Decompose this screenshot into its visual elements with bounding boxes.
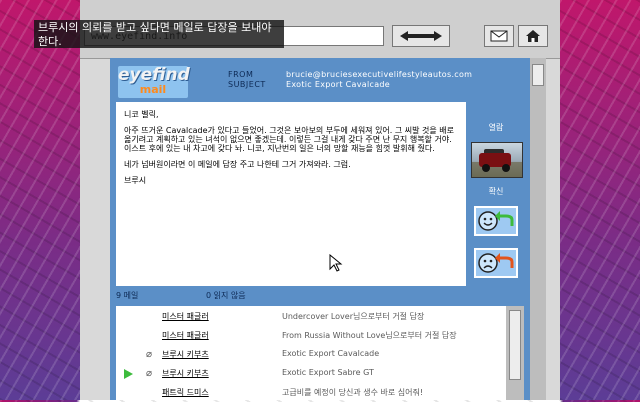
inbox-row-selected[interactable]: ⌀ 브루시 키부츠 Exotic Export Sabre GT (116, 363, 496, 383)
back-forward-arrows-icon (400, 31, 442, 41)
from-label: FROM (228, 70, 254, 79)
greeting: 니코 벨릭, (124, 110, 159, 119)
browser-window: www.eyefind.info eyefind mail (80, 0, 560, 400)
inbox-row[interactable]: 패트릭 드미스 고급비를 예정이 당신과 생수 바로 심어줘! (116, 382, 496, 402)
inbox-scrollbar[interactable] (506, 306, 524, 400)
confirm-label: 확신 (488, 187, 504, 196)
unread-count: 0 읽지 않음 (206, 291, 246, 300)
home-button[interactable] (518, 25, 548, 47)
message-body: 니코 벨릭, 아주 뜨거운 Cavalcade가 있다고 들었어. 그것은 보아… (116, 102, 466, 286)
message-paragraph: 아주 뜨거운 Cavalcade가 있다고 들었어. 그것은 보아보의 부두에 … (124, 126, 455, 153)
mail-button[interactable] (484, 25, 514, 47)
selected-arrow-icon (124, 369, 133, 379)
inbox-row[interactable]: ⌀ 브루시 키부츠 Exotic Export Cavalcade (116, 344, 496, 364)
inbox-list: 미스터 패글러 Undercover Lover님으로부터 거절 답장 미스터 … (116, 306, 524, 400)
message-paragraph: 네가 넘버원이라면 이 메일에 답장 주고 나한테 그거 가져와라. 그럼. (124, 160, 351, 169)
inbox-subject: From Russia Without Love님으로부터 거절 답장 (282, 331, 457, 340)
inbox-row[interactable]: 미스터 패글러 From Russia Without Love님으로부터 거절… (116, 325, 496, 345)
header-labels: FROM SUBJECT (228, 70, 266, 90)
sad-face-reply-icon (478, 253, 514, 273)
attachment-clip-icon: ⌀ (146, 349, 153, 360)
positive-reply-button[interactable] (474, 206, 518, 236)
inbox-sender[interactable]: 패트릭 드미스 (162, 387, 209, 398)
eyefind-mail-logo: eyefind mail (118, 65, 190, 98)
from-address: brucie@bruciesexecutivelifestyleautos.co… (286, 70, 473, 79)
email-page: eyefind mail FROM SUBJECT brucie@brucies… (110, 58, 530, 400)
car-attachment-image[interactable] (471, 142, 523, 178)
page-scroll-thumb[interactable] (532, 64, 544, 86)
inbox-sender[interactable]: 브루시 키부츠 (162, 368, 209, 379)
inbox-row[interactable]: 미스터 패글러 Undercover Lover님으로부터 거절 답장 (116, 306, 496, 326)
attachment-label: 열람 (488, 123, 504, 132)
inbox-sender[interactable]: 미스터 패글러 (162, 311, 209, 322)
header-values: brucie@bruciesexecutivelifestyleautos.co… (286, 70, 472, 90)
inbox-subject: Undercover Lover님으로부터 거절 답장 (282, 312, 425, 321)
attachment-clip-icon: ⌀ (146, 368, 153, 379)
page-scrollbar[interactable] (530, 58, 546, 400)
mouse-cursor-icon (329, 254, 343, 272)
inbox-sender[interactable]: 브루시 키부츠 (162, 349, 209, 360)
inbox-subject: Exotic Export Sabre GT (282, 368, 374, 377)
background-left (0, 0, 80, 400)
envelope-icon (490, 30, 508, 42)
mail-count: 9 메일 (116, 291, 139, 300)
mission-hint: 브루시의 의뢰를 받고 싶다면 메일로 답장을 보내야 한다. (34, 20, 284, 48)
home-icon (526, 30, 540, 42)
logo-sub: mail (139, 83, 167, 96)
background-right (560, 0, 640, 400)
back-forward-button[interactable] (392, 25, 450, 47)
logo-word: eyefind (118, 65, 190, 85)
side-panel: 열람 확신 (468, 102, 524, 286)
email-header: eyefind mail FROM SUBJECT brucie@brucies… (110, 58, 530, 98)
inbox-subject: 고급비를 예정이 당신과 생수 바로 심어줘! (282, 388, 424, 397)
inbox-subject: Exotic Export Cavalcade (282, 349, 380, 358)
subject-label: SUBJECT (228, 80, 266, 89)
subject-value: Exotic Export Cavalcade (286, 80, 391, 89)
negative-reply-button[interactable] (474, 248, 518, 278)
inbox-sender[interactable]: 미스터 패글러 (162, 330, 209, 341)
mail-status-bar: 9 메일 0 읽지 않음 (116, 290, 466, 302)
inbox-scroll-thumb[interactable] (509, 310, 521, 380)
signature: 브루시 (124, 176, 147, 185)
happy-face-reply-icon (478, 211, 514, 231)
